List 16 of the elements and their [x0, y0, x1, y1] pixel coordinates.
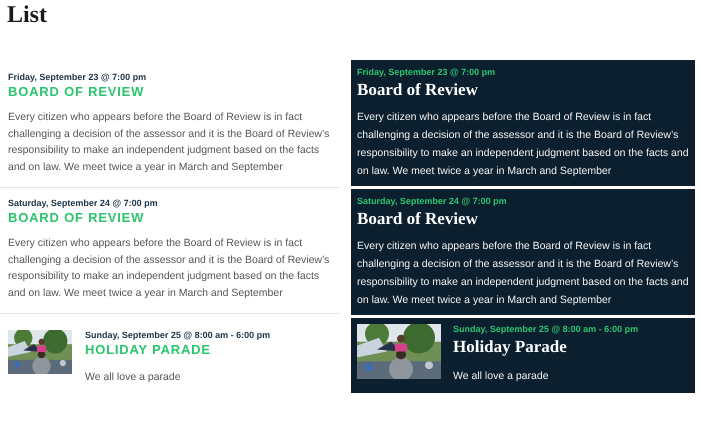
event-description: We all love a parade [85, 370, 182, 385]
event-date: Saturday, September 24 @ 7:00 pm [8, 198, 159, 208]
event-description: Every citizen who appears before the Board of Review is in fact challenging a decision of the assessor and it is the Board of Review’s responsibility to make an independent judgment based on the facts and on law. We meet twice a year in March and September [357, 110, 689, 179]
event-description: Every citizen who appears before the Board of Review is in fact challenging a decision of the assessor and it is the Board of Review’s responsibility to make an independent judgment based on the facts and on law. We meet twice a year in March and September [8, 236, 330, 300]
event-title[interactable]: Board of Review [357, 209, 689, 229]
event-date: Sunday, September 25 @ 8:00 am - 6:00 pm [85, 330, 270, 340]
event-description: Every citizen who appears before the Board of Review is in fact challenging a decision of the assessor and it is the Board of Review’s responsibility to make an independent judgment based on the facts and on law. We meet twice a year in March and September [357, 239, 689, 308]
page-title: List [6, 1, 48, 30]
event-date: Saturday, September 24 @ 7:00 pm [357, 196, 508, 206]
event-title[interactable]: Board of Review [357, 80, 689, 100]
event-date: Friday, September 23 @ 7:00 pm [357, 67, 496, 77]
event-description: Every citizen who appears before the Board of Review is in fact challenging a decision of the assessor and it is the Board of Review’s responsibility to make an independent judgment based on the facts and on law. We meet twice a year in March and September [8, 110, 330, 174]
event-description: We all love a parade [453, 369, 550, 384]
event-title[interactable]: Holiday Parade [453, 337, 638, 357]
event-date: Friday, September 23 @ 7:00 pm [8, 72, 148, 82]
event-date: Sunday, September 25 @ 8:00 am - 6:00 pm [453, 324, 638, 334]
